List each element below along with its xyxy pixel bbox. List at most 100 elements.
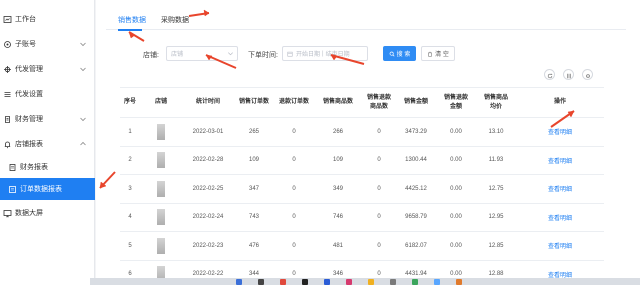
column-header: 操作 (553, 99, 566, 105)
table-cell-date: 2022-03-01 (192, 128, 224, 135)
chevron-down-icon (79, 40, 87, 48)
view-detail-link[interactable]: 查看明细 (548, 127, 572, 136)
table-cell-amount: 3473.29 (405, 128, 427, 135)
table-cell-avg-price: 12.75 (488, 185, 504, 192)
sidebar-item-order-report[interactable]: 订单数据报表 (0, 178, 95, 200)
sidebar-item-label: 代发管理 (15, 66, 43, 73)
search-button[interactable]: 搜 索 (383, 46, 416, 61)
columns-button[interactable] (563, 69, 574, 80)
date-range-picker[interactable]: 开始日期 | 结束日期 (282, 46, 368, 61)
sales-data-table: 序号 店铺 统计时间 销售订单数 退款订单数 销售商品数 销售退款商品数 销售金… (120, 87, 604, 283)
order-report-icon (8, 185, 17, 194)
table-cell-orders: 476 (248, 242, 259, 249)
table-cell-index: 1 (128, 128, 132, 135)
sidebar-item-dispatch-settings[interactable]: 代发设置 (0, 83, 95, 105)
dock-app-icon[interactable] (456, 279, 462, 285)
finance-icon (3, 115, 12, 124)
action-cell: 查看明细 (516, 232, 604, 260)
dock-app-icon[interactable] (346, 279, 352, 285)
table-cell-refund-amount: 0.00 (450, 157, 462, 164)
refresh-button[interactable] (544, 69, 555, 80)
dock-app-icon[interactable] (434, 279, 440, 285)
chevron-down-icon (79, 115, 87, 123)
sidebar-item-label: 财务管理 (15, 116, 43, 123)
view-detail-link[interactable]: 查看明细 (548, 213, 572, 222)
chevron-down-icon (79, 65, 87, 73)
screen-icon (3, 209, 12, 218)
dock-app-icon[interactable] (324, 279, 330, 285)
sidebar-item-dashboard[interactable]: 工作台 (0, 8, 95, 30)
table-cell-avg-price: 13.10 (488, 128, 504, 135)
view-detail-link[interactable]: 查看明细 (548, 241, 572, 250)
calendar-icon (287, 51, 293, 57)
sidebar-item-finance[interactable]: 财务管理 (0, 108, 95, 130)
os-dock (90, 278, 640, 285)
store-thumbnail (157, 180, 165, 197)
dock-app-icon[interactable] (412, 279, 418, 285)
sidebar-item-label: 代发设置 (15, 91, 43, 98)
table-cell-refund-items: 0 (377, 185, 381, 192)
sidebar-item-data-screen[interactable]: 数据大屏 (0, 202, 95, 224)
dock-app-icon[interactable] (280, 279, 286, 285)
table-cell-amount: 1300.44 (405, 157, 427, 164)
table-cell-refund-orders: 0 (292, 214, 296, 221)
column-header: 销售金额 (403, 99, 428, 105)
column-header: 序号 (123, 99, 136, 105)
sidebar-item-label: 订单数据报表 (20, 186, 62, 193)
store-select-placeholder: 店铺 (171, 52, 184, 58)
gear-icon (585, 66, 591, 84)
table-cell-date: 2022-02-25 (192, 185, 224, 192)
store-select[interactable]: 店铺 (166, 46, 238, 61)
store-thumbnail (157, 123, 165, 140)
settings-button[interactable] (582, 69, 593, 80)
action-cell: 查看明细 (516, 175, 604, 203)
sidebar-item-store-reports[interactable]: 店铺报表 (0, 133, 95, 155)
table-cell-refund-amount: 0.00 (450, 128, 462, 135)
tab-sales-data[interactable]: 销售数据 (118, 15, 146, 25)
table-cell-index: 3 (128, 185, 132, 192)
table-header-row: 序号 店铺 统计时间 销售订单数 退款订单数 销售商品数 销售退款商品数 销售金… (120, 88, 604, 118)
view-detail-link[interactable]: 查看明细 (548, 184, 572, 193)
table-row: 4 2022-02-24 743 0 746 0 9658.79 0.00 12.95 查看明细 (120, 204, 604, 232)
order-time-label: 下单时间: (248, 52, 278, 59)
table-cell-index: 2 (128, 157, 132, 164)
table-cell-avg-price: 12.95 (488, 214, 504, 221)
report-icon (8, 163, 17, 172)
table-cell-date: 2022-02-23 (192, 242, 224, 249)
dock-app-icon[interactable] (302, 279, 308, 285)
column-header: 销售订单数 (238, 99, 269, 105)
sidebar-item-dispatch[interactable]: 代发管理 (0, 58, 95, 80)
column-header: 销售商品数 (322, 99, 353, 105)
tab-bar: 销售数据 采购数据 (106, 12, 626, 31)
sidebar: 工作台 子账号 代发管理 代发设置 财务管理 店铺报表 财务报表 订单数据报表 … (0, 0, 95, 285)
clear-button[interactable]: 清 空 (421, 46, 455, 61)
table-cell-refund-amount: 0.00 (450, 185, 462, 192)
tab-purchase-data[interactable]: 采购数据 (161, 15, 189, 25)
table-cell-refund-orders: 0 (292, 185, 296, 192)
dock-app-icon[interactable] (368, 279, 374, 285)
store-cell (140, 118, 182, 146)
dock-app-icon[interactable] (258, 279, 264, 285)
table-cell-orders: 109 (248, 157, 259, 164)
dispatch-icon (3, 65, 12, 74)
table-cell-index: 5 (128, 242, 132, 249)
arrow-to-sales-tab (128, 31, 145, 42)
sidebar-item-finance-report[interactable]: 财务报表 (0, 156, 95, 178)
refresh-icon (547, 66, 553, 84)
table-row: 3 2022-02-25 347 0 349 0 4425.12 0.00 12.75 查看明细 (120, 175, 604, 204)
sidebar-item-label: 数据大屏 (15, 210, 43, 217)
app-window: 工作台 子账号 代发管理 代发设置 财务管理 店铺报表 财务报表 订单数据报表 … (0, 0, 640, 285)
store-cell (140, 175, 182, 203)
table-cell-avg-price: 11.93 (488, 157, 504, 164)
view-detail-link[interactable]: 查看明细 (548, 156, 572, 165)
table-cell-orders: 743 (248, 214, 259, 221)
sidebar-item-label: 工作台 (15, 16, 36, 23)
action-cell: 查看明细 (516, 204, 604, 232)
dock-app-icon[interactable] (390, 279, 396, 285)
sidebar-item-subaccount[interactable]: 子账号 (0, 33, 95, 55)
bell-icon (3, 140, 12, 149)
search-button-label: 搜 索 (396, 52, 411, 58)
table-cell-items: 266 (332, 128, 343, 135)
settings-icon (3, 90, 12, 99)
dock-app-icon[interactable] (236, 279, 242, 285)
